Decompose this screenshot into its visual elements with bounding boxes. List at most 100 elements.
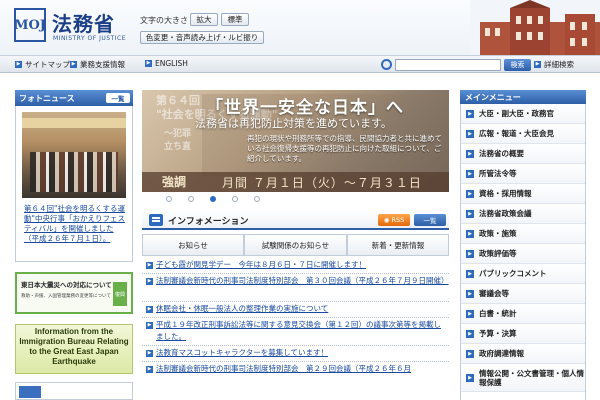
list-item[interactable]: ▶ 平成１９年改正刑事訴訟法等に関する意見交換会（第１２回）の議事次第等を掲載し… — [142, 318, 449, 346]
ministry-name[interactable]: 法務省 — [52, 8, 115, 37]
third-banner[interactable] — [15, 382, 133, 400]
list-item[interactable]: ▶ 法教育マスコットキャラクターを募集しています！ — [142, 346, 449, 362]
menu-item[interactable]: ▶ 法務省の概要 — [461, 144, 585, 164]
arrow-icon: ▶ — [146, 306, 153, 313]
menu-item[interactable]: ▶ 政府調達情報 — [461, 344, 585, 364]
sitemap-label: サイトマップ — [25, 60, 70, 69]
photo-news-box: 第６４回"社会を明るくする運動"中央行事「おかえりフェスティバル」を開催しました… — [15, 106, 133, 262]
site-header: MOJ 法務省 MINISTRY OF JUSTICE 文字の大きさ 拡大 標準… — [0, 0, 600, 55]
arrow-icon: ▶ — [466, 373, 474, 382]
tab-notices[interactable]: お知らせ — [142, 234, 244, 256]
arrow-icon: ▶ — [534, 61, 541, 68]
arrow-icon: ▶ — [466, 269, 474, 278]
business-support-label: 業務支援情報 — [80, 60, 125, 69]
menu-item[interactable]: ▶ 法務省政策会議 — [461, 204, 585, 224]
list-item[interactable]: ▶ 休眠会社・休眠一般法人の整理作業の実施について — [142, 302, 449, 318]
earthquake-banner-title: 東日本大震災への対応について — [21, 281, 112, 289]
arrow-icon: ▶ — [466, 109, 474, 118]
font-large-button[interactable]: 拡大 — [190, 13, 218, 26]
carousel-dot[interactable] — [188, 196, 194, 202]
arrow-icon: ▶ — [146, 278, 153, 285]
detail-search-link[interactable]: ▶ 詳細検索 — [534, 59, 574, 70]
menu-item-label: 法務省政策会議 — [479, 209, 532, 218]
rss-button[interactable]: ◉ RSS — [378, 214, 410, 226]
sitemap-link[interactable]: ▶ サイトマップ — [15, 59, 70, 70]
main-menu-list: ▶ 大臣・副大臣・政務官 ▶ 広報・報道・大臣会見 ▶ 法務省の概要 ▶ 所管法令等 ▶ 資格・採… — [460, 104, 586, 400]
menu-item[interactable]: ▶ パブリックコメント — [461, 264, 585, 284]
carousel-dot[interactable] — [254, 196, 260, 202]
moj-logo[interactable]: MOJ — [14, 8, 46, 42]
arrow-icon: ▶ — [466, 309, 474, 318]
building-image — [470, 0, 600, 55]
menu-item-label: 資格・採用情報 — [479, 189, 532, 198]
photo-news-title: フォトニュース — [19, 93, 75, 103]
list-item[interactable]: ▶ 法制審議会新時代の刑事司法制度特別部会 第２９回会議（平成２６年６月 — [142, 362, 449, 390]
menu-item[interactable]: ▶ 政策評価等 — [461, 244, 585, 264]
menu-item[interactable]: ▶ 大臣・副大臣・政務官 — [461, 104, 585, 124]
menu-item[interactable]: ▶ 政策・施策 — [461, 224, 585, 244]
accessibility-button[interactable]: 色変更・音声読み上げ・ルビ振り — [140, 31, 264, 44]
information-header: インフォメーション ◉ RSS 一覧 — [142, 210, 449, 230]
information-tabs: お知らせ 試験関係のお知らせ 新着・更新情報 — [142, 234, 449, 256]
news-list: ▶ 子ども霞が関見学デー 今年は８月６日・７日に開催します！ ▶ 法制審議会新時… — [142, 258, 449, 400]
tab-exam-notices[interactable]: 試験関係のお知らせ — [244, 234, 347, 256]
arrow-icon: ▶ — [146, 262, 153, 269]
arrow-icon: ▶ — [466, 249, 474, 258]
arrow-icon: ▶ — [145, 60, 152, 67]
arrow-icon: ▶ — [15, 61, 22, 68]
business-support-link[interactable]: ▶ 業務支援情報 — [70, 59, 125, 70]
font-standard-button[interactable]: 標準 — [221, 13, 249, 26]
menu-item-label: 政府調達情報 — [479, 349, 524, 358]
carousel-dots — [166, 196, 436, 206]
carousel-strip-a: 強調 — [162, 175, 187, 189]
menu-item-label: 広報・報道・大臣会見 — [479, 129, 554, 138]
english-link[interactable]: ▶ ENGLISH — [145, 59, 188, 68]
menu-item-label: 政策・施策 — [479, 229, 517, 238]
menu-item[interactable]: ▶ 白書・統計 — [461, 304, 585, 324]
arrow-icon: ▶ — [146, 350, 153, 357]
earthquake-response-banner[interactable]: 東日本大震災への対応について 救助・声援、入国管理業務の変更等について 復興 — [15, 272, 133, 314]
list-item[interactable]: ▶ 法制審議会新時代の刑事司法制度特別部会 第３０回会議（平成２６年７月９日開催… — [142, 274, 449, 302]
photo-news-caption[interactable]: 第６４回"社会を明るくする運動"中央行事「おかえりフェスティバル」を開催しました… — [24, 204, 128, 245]
menu-item-label: 白書・統計 — [479, 309, 517, 318]
arrow-icon: ▶ — [466, 189, 474, 198]
immigration-info-banner[interactable]: Information from the Immigration Bureau … — [15, 324, 133, 374]
feature-carousel[interactable]: 第６４回 "社会を明るくする運動" ～犯罪 立ち直 「世界一安全な日本」へ 法務… — [142, 90, 449, 192]
menu-item[interactable]: ▶ 広報・報道・大臣会見 — [461, 124, 585, 144]
menu-item-label: 政策評価等 — [479, 249, 517, 258]
carousel-dot[interactable] — [232, 196, 238, 202]
photo-news-list-button[interactable]: 一覧 — [106, 93, 130, 103]
arrow-icon: ▶ — [146, 366, 153, 373]
menu-item[interactable]: ▶ 審議会等 — [461, 284, 585, 304]
arrow-icon: ▶ — [70, 61, 77, 68]
arrow-icon: ▶ — [466, 289, 474, 298]
carousel-dot[interactable] — [210, 196, 216, 202]
arrow-icon: ▶ — [466, 209, 474, 218]
menu-item[interactable]: ▶ 予算・決算 — [461, 324, 585, 344]
list-item[interactable]: ▶ 子ども霞が関見学デー 今年は８月６日・７日に開催します！ — [142, 258, 449, 274]
arrow-icon: ▶ — [466, 129, 474, 138]
menu-item[interactable]: ▶ 情報公開・公文書管理・個人情報保護 — [461, 364, 585, 392]
menu-item-label: 法務省の概要 — [479, 149, 524, 158]
search-button[interactable]: 検索 — [504, 59, 531, 71]
menu-item[interactable]: ▶ 所管法令等 — [461, 164, 585, 184]
information-list-button[interactable]: 一覧 — [414, 214, 446, 226]
information-icon — [149, 214, 163, 226]
arrow-icon: ▶ — [466, 349, 474, 358]
arrow-icon: ▶ — [466, 329, 474, 338]
photo-news-header: フォトニュース 一覧 — [15, 90, 133, 106]
carousel-subtitle: 法務省は再犯防止対策を進めています。 — [195, 117, 392, 130]
search-input[interactable] — [395, 59, 501, 71]
earthquake-banner-sub: 救助・声援、入国管理業務の変更等について — [21, 294, 111, 299]
photo-news-image[interactable] — [22, 112, 126, 198]
menu-item[interactable]: ▶ 資格・採用情報 — [461, 184, 585, 204]
carousel-dot[interactable] — [166, 196, 172, 202]
banner-icon — [19, 386, 41, 398]
menu-item-label: 大臣・副大臣・政務官 — [479, 109, 554, 118]
search-icon — [381, 59, 392, 70]
carousel-body: 再犯の現状や刑務所等での指導、民間協力者と共に進めている社会復帰支援等の再犯防止… — [247, 134, 442, 164]
tab-updates[interactable]: 新着・更新情報 — [347, 234, 449, 256]
arrow-icon: ▶ — [466, 149, 474, 158]
menu-item-label: 所管法令等 — [479, 169, 517, 178]
ministry-subtitle: MINISTRY OF JUSTICE — [53, 35, 127, 42]
